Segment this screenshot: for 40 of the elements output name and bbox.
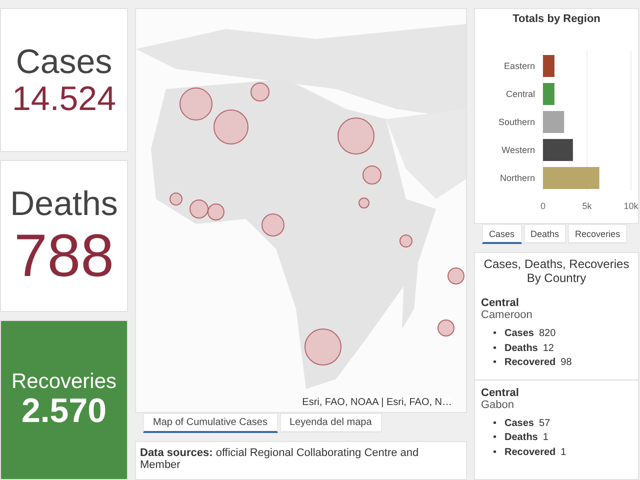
- stat-label: Recoveries: [11, 370, 117, 394]
- chart-title: Totals by Region: [512, 12, 602, 27]
- stat-line: Recovered 98: [504, 356, 572, 370]
- bullet: •: [493, 327, 497, 341]
- stat-value: 2.570: [21, 394, 107, 430]
- stat-label: Deaths: [10, 185, 118, 224]
- region-name: Central: [481, 297, 520, 309]
- stat-line: Cases 820: [504, 327, 556, 341]
- stat-line: Deaths 1: [504, 431, 548, 445]
- axis-tick-label: 10k: [624, 201, 638, 211]
- map-attribution: Esri, FAO, NOAA | Esri, FAO, N…: [302, 396, 452, 408]
- tab[interactable]: Recoveries: [568, 224, 628, 244]
- bullet: •: [493, 342, 497, 356]
- list-title: Cases, Deaths, Recoveries By Country: [482, 256, 630, 287]
- tab[interactable]: Deaths: [524, 224, 566, 244]
- bullet: •: [493, 431, 497, 445]
- tab[interactable]: Map of Cumulative Cases: [143, 412, 278, 433]
- stat-line: Deaths 12: [504, 342, 554, 356]
- country-name: Gabon: [481, 398, 516, 410]
- country-name: Cameroon: [481, 309, 534, 321]
- tab[interactable]: Leyenda del mapa: [280, 412, 382, 433]
- region-name: Central: [481, 386, 520, 398]
- stat-label: Cases: [16, 42, 112, 82]
- data-sources-text: Data sources: official Regional Collaborating Centre and Member: [140, 446, 419, 471]
- axis-tick-label: 0: [540, 201, 546, 211]
- bullet: •: [493, 416, 497, 430]
- tab[interactable]: Cases: [482, 224, 522, 244]
- stat-line: Cases 57: [504, 416, 550, 430]
- map[interactable]: Esri, FAO, NOAA | Esri, FAO, N…: [135, 8, 467, 413]
- bullet: •: [493, 446, 497, 460]
- stat-line: Recovered 1: [504, 446, 566, 460]
- bullet: •: [493, 356, 497, 370]
- stat-value: 14.524: [12, 82, 116, 118]
- category-label: Eastern: [504, 61, 535, 71]
- category-label: Northern: [500, 173, 535, 183]
- stat-value: 788: [14, 224, 114, 288]
- category-label: Central: [506, 89, 535, 99]
- category-label: Western: [502, 145, 535, 155]
- axis-tick-label: 5k: [582, 201, 592, 211]
- category-label: Southern: [498, 117, 535, 127]
